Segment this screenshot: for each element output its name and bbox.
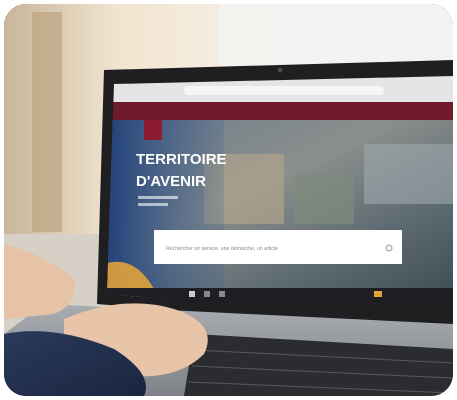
- address-bar: [184, 86, 384, 95]
- hero-heading-line2: D'AVENIR: [136, 173, 206, 190]
- window-frame: [32, 12, 62, 232]
- search-placeholder: Rechercher un service, une démarche, un …: [166, 246, 278, 252]
- hero-heading-line1: TERRITOIRE: [136, 151, 227, 168]
- hero-subtext: [138, 196, 178, 199]
- start-icon: [189, 291, 195, 297]
- buildings-far: [364, 144, 453, 204]
- photo-frame: TERRITOIRE D'AVENIR Rechercher un servic…: [4, 4, 453, 396]
- taskbar-tray-icon: [374, 291, 382, 297]
- buildings: [294, 174, 354, 224]
- hero-subtext-2: [138, 203, 168, 206]
- taskbar-app-icon: [219, 291, 225, 297]
- office-photo: TERRITOIRE D'AVENIR Rechercher un servic…: [4, 4, 453, 396]
- site-header-bar: [107, 102, 453, 120]
- taskbar: [107, 288, 453, 300]
- site-logo: [144, 120, 162, 140]
- laptop-screen: TERRITOIRE D'AVENIR Rechercher un servic…: [107, 76, 453, 304]
- webcam: [277, 67, 283, 73]
- taskbar-app-icon: [204, 291, 210, 297]
